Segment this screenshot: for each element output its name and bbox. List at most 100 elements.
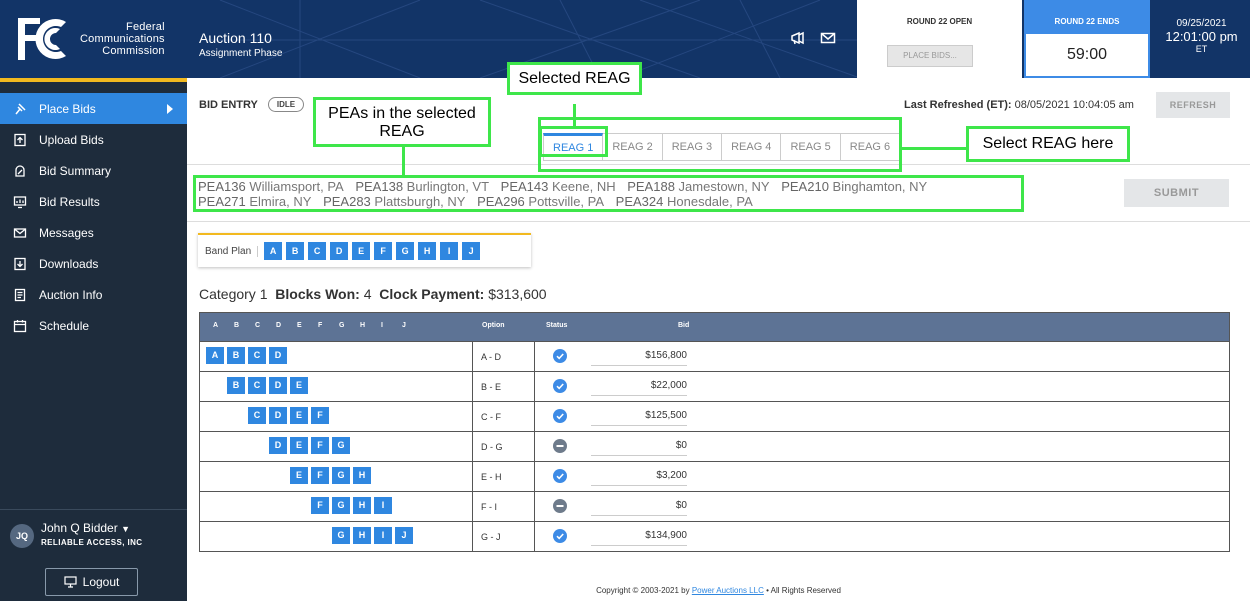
clock-payment-label: Clock Payment: bbox=[379, 286, 485, 302]
band-button-j[interactable]: J bbox=[462, 242, 481, 260]
band-button-h[interactable]: H bbox=[418, 242, 437, 260]
annotation-select-reag-here: Select REAG here bbox=[966, 126, 1130, 162]
block-group: DEFG bbox=[269, 437, 353, 454]
block-e: E bbox=[290, 407, 308, 424]
bid-input[interactable]: $3,200 bbox=[591, 466, 687, 486]
block-d: D bbox=[269, 437, 287, 454]
bid-input[interactable]: $0 bbox=[591, 436, 687, 456]
band-button-b[interactable]: B bbox=[286, 242, 305, 260]
column-divider bbox=[472, 372, 473, 401]
column-divider bbox=[534, 432, 535, 461]
calendar-icon bbox=[13, 319, 27, 332]
option-cell: E - H bbox=[481, 472, 502, 482]
check-circle-icon bbox=[553, 349, 567, 363]
sidebar-item-downloads[interactable]: Downloads bbox=[0, 248, 187, 279]
sidebar-item-label: Bid Summary bbox=[39, 163, 112, 178]
check-circle-icon bbox=[553, 529, 567, 543]
round-timer: 59:00 bbox=[1026, 34, 1148, 76]
round-ends-panel: ROUND 22 ENDS 59:00 bbox=[1024, 0, 1150, 78]
block-f: F bbox=[311, 467, 329, 484]
column-divider bbox=[534, 462, 535, 491]
band-plan-label: Band Plan bbox=[205, 245, 259, 257]
block-i: I bbox=[374, 497, 392, 514]
bid-entry-heading: BID ENTRY bbox=[199, 99, 258, 111]
megaphone-icon[interactable] bbox=[790, 30, 806, 46]
submit-button[interactable]: SUBMIT bbox=[1124, 179, 1229, 207]
bid-input[interactable]: $125,500 bbox=[591, 406, 687, 426]
table-row: GHIJ G - J $134,900 bbox=[200, 521, 1229, 551]
power-auctions-link[interactable]: Power Auctions LLC bbox=[692, 586, 764, 595]
option-cell: B - E bbox=[481, 382, 502, 392]
column-divider bbox=[472, 492, 473, 521]
block-g: G bbox=[332, 497, 350, 514]
bid-input[interactable]: $134,900 bbox=[591, 526, 687, 546]
sidebar-item-bid-results[interactable]: Bid Results bbox=[0, 186, 187, 217]
column-divider bbox=[534, 522, 535, 551]
mail-icon[interactable] bbox=[820, 30, 836, 46]
block-f: F bbox=[311, 497, 329, 514]
bid-input[interactable]: $22,000 bbox=[591, 376, 687, 396]
user-name-text: John Q Bidder bbox=[41, 521, 118, 535]
sidebar-item-bid-summary[interactable]: Bid Summary bbox=[0, 155, 187, 186]
option-cell: G - J bbox=[481, 532, 501, 542]
column-divider bbox=[472, 432, 473, 461]
option-cell: F - I bbox=[481, 502, 497, 512]
category-summary: Category 1 Blocks Won: 4 Clock Payment: … bbox=[199, 286, 547, 302]
minus-circle-icon bbox=[553, 439, 567, 453]
sidebar-item-label: Downloads bbox=[39, 256, 99, 271]
user-menu[interactable]: JQ John Q Bidder ▼ RELIABLE ACCESS, INC bbox=[0, 509, 187, 569]
band-button-f[interactable]: F bbox=[374, 242, 393, 260]
table-row: FGHI F - I $0 bbox=[200, 491, 1229, 521]
summary-icon bbox=[15, 164, 25, 177]
fcc-logo[interactable]: Federal Communications Commission bbox=[0, 0, 190, 78]
block-group: FGHI bbox=[311, 497, 395, 514]
block-h: H bbox=[353, 467, 371, 484]
band-button-g[interactable]: G bbox=[396, 242, 415, 260]
caret-down-icon: ▼ bbox=[121, 524, 130, 534]
bid-input[interactable]: $0 bbox=[591, 496, 687, 516]
avatar: JQ bbox=[10, 524, 34, 548]
column-header-band: C bbox=[255, 322, 261, 329]
block-d: D bbox=[269, 407, 287, 424]
block-g: G bbox=[332, 467, 350, 484]
round-ends-label: ROUND 22 ENDS bbox=[1054, 17, 1120, 26]
sidebar-item-schedule[interactable]: Schedule bbox=[0, 310, 187, 341]
column-header-band: E bbox=[297, 322, 302, 329]
block-f: F bbox=[311, 437, 329, 454]
refresh-button[interactable]: REFRESH bbox=[1156, 92, 1230, 118]
copyright: Copyright © 2003-2021 by Power Auctions … bbox=[187, 586, 1250, 595]
sidebar-accent-bar bbox=[0, 78, 187, 82]
sidebar-item-messages[interactable]: Messages bbox=[0, 217, 187, 248]
column-header-status: Status bbox=[546, 322, 568, 329]
auction-title: Auction 110 bbox=[199, 30, 272, 46]
block-g: G bbox=[332, 527, 350, 544]
round-open-panel: ROUND 22 OPEN PLACE BIDS... bbox=[857, 0, 1022, 78]
band-button-e[interactable]: E bbox=[352, 242, 371, 260]
download-icon bbox=[14, 257, 26, 270]
table-row: CDEF C - F $125,500 bbox=[200, 401, 1229, 431]
band-button-a[interactable]: A bbox=[264, 242, 283, 260]
sidebar-item-upload-bids[interactable]: Upload Bids bbox=[0, 124, 187, 155]
check-circle-icon bbox=[553, 409, 567, 423]
band-button-i[interactable]: I bbox=[440, 242, 459, 260]
sidebar-item-auction-info[interactable]: Auction Info bbox=[0, 279, 187, 310]
org-name-line-1: Federal bbox=[126, 21, 165, 33]
band-button-d[interactable]: D bbox=[330, 242, 349, 260]
upload-icon bbox=[14, 133, 26, 146]
column-header-band: A bbox=[213, 322, 219, 329]
annotation-peas-in-reag: PEAs in the selected REAG bbox=[313, 97, 491, 147]
block-f: F bbox=[311, 407, 329, 424]
current-datetime: 09/25/2021 12:01:00 pm ET bbox=[1153, 18, 1250, 54]
bid-input[interactable]: $156,800 bbox=[591, 346, 687, 366]
sidebar-item-place-bids[interactable]: Place Bids bbox=[0, 93, 187, 124]
logout-button[interactable]: Logout bbox=[45, 568, 138, 596]
column-header-option: Option bbox=[482, 322, 505, 329]
last-refreshed-value: 08/05/2021 10:04:05 am bbox=[1014, 99, 1134, 111]
sidebar-item-label: Messages bbox=[39, 225, 94, 240]
place-bids-button[interactable]: PLACE BIDS... bbox=[887, 45, 973, 67]
sidebar-item-label: Place Bids bbox=[39, 101, 96, 116]
column-divider bbox=[472, 462, 473, 491]
block-group: CDEF bbox=[248, 407, 332, 424]
round-open-label: ROUND 22 OPEN bbox=[906, 17, 973, 26]
band-button-c[interactable]: C bbox=[308, 242, 327, 260]
